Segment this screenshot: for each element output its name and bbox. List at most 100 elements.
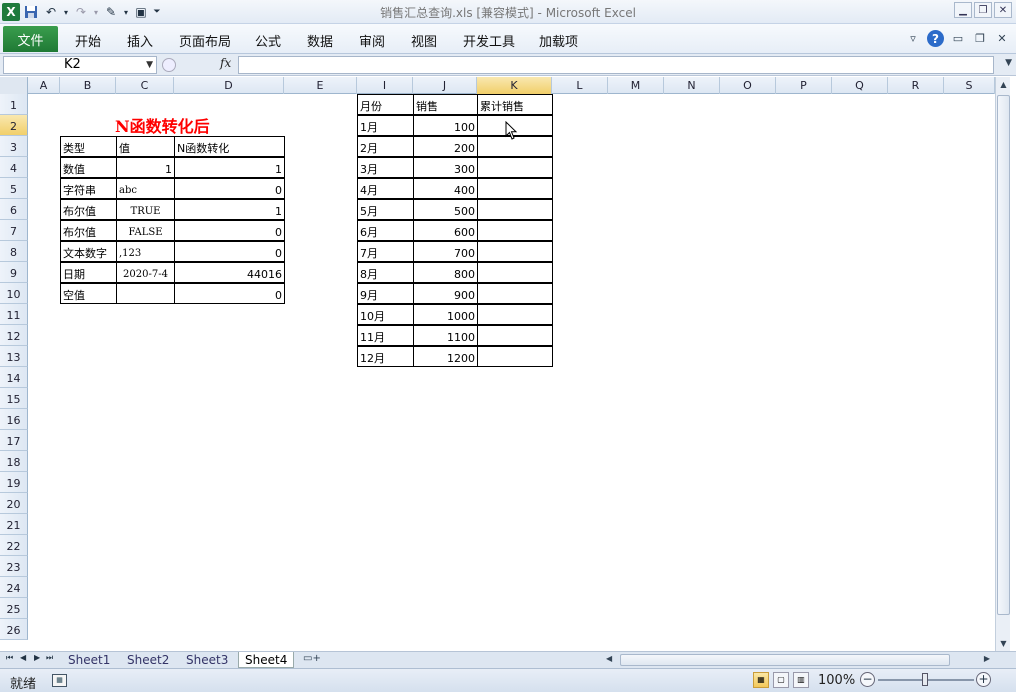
sheet-tab-1[interactable]: Sheet1 [62, 652, 116, 668]
left-table-type-cell[interactable]: 数值 [60, 157, 117, 178]
normal-view-icon[interactable]: ▦ [753, 672, 769, 688]
column-header[interactable]: D [174, 77, 284, 94]
left-table-type-cell[interactable]: 日期 [60, 262, 117, 283]
row-header-selected[interactable]: 2 [0, 115, 28, 136]
left-table-value-cell[interactable]: ,123 [116, 241, 175, 262]
formula-input[interactable] [238, 56, 994, 74]
row-header[interactable]: 22 [0, 535, 28, 556]
left-table-header[interactable]: N函数转化 [174, 136, 285, 157]
first-sheet-icon[interactable]: ⏮ [6, 653, 13, 663]
column-header[interactable]: R [888, 77, 944, 94]
scroll-left-icon[interactable]: ◀ [606, 654, 612, 663]
vertical-scrollbar[interactable]: ▲ ▼ [995, 77, 1010, 651]
column-header[interactable]: I [357, 77, 413, 94]
tab-page-layout[interactable]: 页面布局 [179, 31, 231, 50]
left-table-type-cell[interactable]: 文本数字 [60, 241, 117, 262]
column-header[interactable]: S [944, 77, 995, 94]
insert-function-icon[interactable]: fx [220, 56, 231, 70]
row-header[interactable]: 25 [0, 598, 28, 619]
row-header[interactable]: 15 [0, 388, 28, 409]
right-table-cumulative-cell[interactable] [477, 325, 553, 346]
right-table-sales-cell[interactable]: 300 [413, 157, 478, 178]
row-header[interactable]: 19 [0, 472, 28, 493]
right-table-month-cell[interactable]: 11月 [357, 325, 414, 346]
workbook-close-icon[interactable]: ✕ [994, 32, 1010, 45]
row-header[interactable]: 9 [0, 262, 28, 283]
right-table-month-cell[interactable]: 2月 [357, 136, 414, 157]
right-table-cumulative-cell[interactable] [477, 283, 553, 304]
last-sheet-icon[interactable]: ⏭ [46, 653, 53, 663]
select-all-corner[interactable] [0, 77, 28, 94]
column-header[interactable]: M [608, 77, 664, 94]
row-header[interactable]: 1 [0, 94, 28, 115]
tab-review[interactable]: 审阅 [359, 31, 385, 50]
resize-handle-icon[interactable] [162, 58, 176, 72]
insert-sheet-icon[interactable]: ▭+ [303, 653, 321, 666]
right-table-sales-cell[interactable]: 800 [413, 262, 478, 283]
right-table-month-cell[interactable]: 8月 [357, 262, 414, 283]
row-header[interactable]: 17 [0, 430, 28, 451]
row-header[interactable]: 18 [0, 451, 28, 472]
collapse-ribbon-icon[interactable]: ▿ [905, 32, 921, 45]
left-table-result-cell[interactable]: 0 [174, 178, 285, 199]
column-header[interactable]: P [776, 77, 832, 94]
prev-sheet-icon[interactable]: ◀ [20, 653, 26, 662]
row-header[interactable]: 21 [0, 514, 28, 535]
column-header[interactable]: E [284, 77, 357, 94]
column-header-selected[interactable]: K [477, 77, 552, 94]
left-table-type-cell[interactable]: 布尔值 [60, 199, 117, 220]
tab-addins[interactable]: 加载项 [539, 31, 578, 50]
right-table-sales-cell[interactable]: 900 [413, 283, 478, 304]
left-table-value-cell[interactable]: abc [116, 178, 175, 199]
row-header[interactable]: 20 [0, 493, 28, 514]
column-header[interactable]: L [552, 77, 608, 94]
left-table-result-cell[interactable]: 0 [174, 283, 285, 304]
right-table-sales-cell[interactable]: 400 [413, 178, 478, 199]
scroll-up-icon[interactable]: ▲ [996, 77, 1011, 92]
help-icon[interactable]: ? [927, 30, 944, 47]
right-table-cumulative-cell[interactable] [477, 262, 553, 283]
right-table-sales-cell[interactable]: 1200 [413, 346, 478, 367]
right-table-sales-cell[interactable]: 600 [413, 220, 478, 241]
vertical-scroll-thumb[interactable] [997, 95, 1010, 615]
right-table-sales-cell[interactable]: 200 [413, 136, 478, 157]
right-table-header[interactable]: 销售 [413, 94, 478, 115]
row-header[interactable]: 26 [0, 619, 28, 640]
left-table-value-cell[interactable]: 2020-7-4 [116, 262, 175, 283]
horizontal-scroll-thumb[interactable] [620, 654, 950, 666]
row-header[interactable]: 7 [0, 220, 28, 241]
left-table-value-cell[interactable]: TRUE [116, 199, 175, 220]
sheet-tab-2[interactable]: Sheet2 [121, 652, 175, 668]
right-table-sales-cell[interactable]: 500 [413, 199, 478, 220]
tab-insert[interactable]: 插入 [127, 31, 153, 50]
row-header[interactable]: 23 [0, 556, 28, 577]
left-table-type-cell[interactable]: 字符串 [60, 178, 117, 199]
right-table-cumulative-cell[interactable] [477, 157, 553, 178]
right-table-cumulative-cell[interactable] [477, 304, 553, 325]
scroll-down-icon[interactable]: ▼ [996, 636, 1011, 651]
right-table-month-cell[interactable]: 4月 [357, 178, 414, 199]
left-table-type-cell[interactable]: 空值 [60, 283, 117, 304]
file-tab[interactable]: 文件 [3, 26, 58, 52]
tab-home[interactable]: 开始 [75, 31, 101, 50]
column-header[interactable]: B [60, 77, 116, 94]
right-table-month-cell[interactable]: 7月 [357, 241, 414, 262]
tab-view[interactable]: 视图 [411, 31, 437, 50]
left-table-header[interactable]: 值 [116, 136, 175, 157]
page-break-view-icon[interactable]: ▥ [793, 672, 809, 688]
row-header[interactable]: 10 [0, 283, 28, 304]
sheet-tab-3[interactable]: Sheet3 [180, 652, 234, 668]
right-table-month-cell[interactable]: 9月 [357, 283, 414, 304]
row-header[interactable]: 5 [0, 178, 28, 199]
right-table-month-cell[interactable]: 12月 [357, 346, 414, 367]
macro-record-icon[interactable]: ▦ [52, 674, 67, 687]
left-table-value-cell[interactable]: 1 [116, 157, 175, 178]
right-table-cumulative-cell[interactable] [477, 346, 553, 367]
workbook-minimize-icon[interactable]: ▭ [950, 32, 966, 45]
left-table-type-cell[interactable]: 布尔值 [60, 220, 117, 241]
right-table-sales-cell[interactable]: 100 [413, 115, 478, 136]
row-header[interactable]: 14 [0, 367, 28, 388]
minimize-icon[interactable]: ▁ [954, 2, 972, 18]
tab-data[interactable]: 数据 [307, 31, 333, 50]
row-header[interactable]: 3 [0, 136, 28, 157]
